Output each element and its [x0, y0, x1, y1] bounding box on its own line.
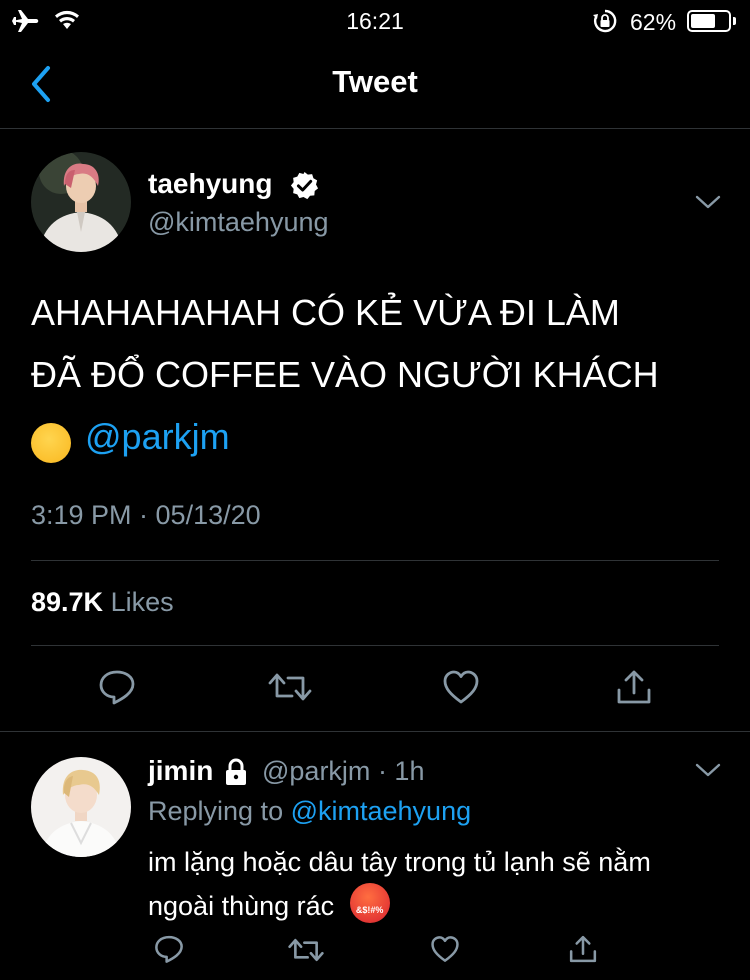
status-bar: 16:21 62% — [0, 0, 750, 44]
reply-like-icon[interactable] — [430, 935, 460, 963]
reply-share-icon[interactable] — [568, 934, 598, 964]
page-title: Tweet — [332, 64, 418, 99]
cursing-emoji-symbols: &$!#% — [355, 905, 384, 915]
reply-text-line-2: ngoài thùng rác — [148, 891, 335, 921]
reply-author-handle[interactable]: @parkjm · 1h — [262, 756, 424, 787]
verified-badge-icon — [290, 171, 319, 200]
tweet-author-name[interactable]: taehyung — [148, 168, 272, 200]
replying-label: Replying to — [148, 796, 284, 826]
tweet-text-line: 😏 @parkjm — [31, 406, 731, 468]
tweet-timestamp: 3:19 PM · 05/13/20 — [31, 500, 261, 530]
battery-icon — [687, 10, 731, 32]
replying-to: Replying to @kimtaehyung — [148, 796, 471, 827]
reply-icon[interactable] — [98, 668, 136, 706]
cursing-emoji: &$!#% — [349, 883, 390, 923]
battery-nub — [733, 17, 736, 25]
reply-text: im lặng hoặc dâu tây trong tủ lạnh sẽ nằ… — [148, 842, 738, 927]
reply-avatar[interactable] — [31, 757, 131, 857]
tweet-author-handle[interactable]: @kimtaehyung — [148, 207, 329, 238]
stats-divider — [31, 645, 719, 646]
avatar[interactable] — [31, 152, 131, 252]
reply-text-line: im lặng hoặc dâu tây trong tủ lạnh sẽ nằ… — [148, 847, 651, 877]
retweet-icon[interactable] — [268, 670, 312, 704]
reply-chevron-down-icon[interactable] — [694, 760, 722, 780]
tweet-divider — [0, 731, 750, 732]
likes-label: Likes — [110, 587, 174, 617]
share-icon[interactable] — [615, 668, 653, 706]
tweet-text-line: ĐÃ ĐỔ COFFEE VÀO NGƯỜI KHÁCH — [31, 354, 659, 395]
replying-to-link[interactable]: @kimtaehyung — [291, 796, 472, 826]
likes-count: 89.7K — [31, 587, 104, 617]
reply-reply-icon[interactable] — [154, 934, 184, 964]
reply-author-name[interactable]: jimin — [148, 755, 213, 787]
tweet-text-line: AHAHAHAHAH CÓ KẺ VỪA ĐI LÀM — [31, 292, 620, 333]
smirk-emoji: 😏 — [31, 423, 71, 463]
nav-divider — [0, 128, 750, 129]
orientation-lock-icon — [593, 9, 617, 33]
reply-time: · 1h — [377, 756, 425, 786]
likes-stat[interactable]: 89.7K Likes — [31, 587, 174, 618]
tweet-text: AHAHAHAHAH CÓ KẺ VỪA ĐI LÀM ĐÃ ĐỔ COFFEE… — [31, 282, 731, 468]
reply-text-line: ngoài thùng rác &$!#% — [148, 883, 738, 927]
chevron-down-icon[interactable] — [694, 192, 722, 212]
mention-link[interactable]: @parkjm — [85, 416, 230, 457]
reply-retweet-icon[interactable] — [288, 936, 324, 964]
like-icon[interactable] — [442, 669, 480, 705]
reply-handle[interactable]: @parkjm — [262, 756, 370, 786]
battery-percent: 62% — [630, 9, 677, 35]
lock-icon — [226, 758, 246, 785]
meta-divider — [31, 560, 719, 561]
